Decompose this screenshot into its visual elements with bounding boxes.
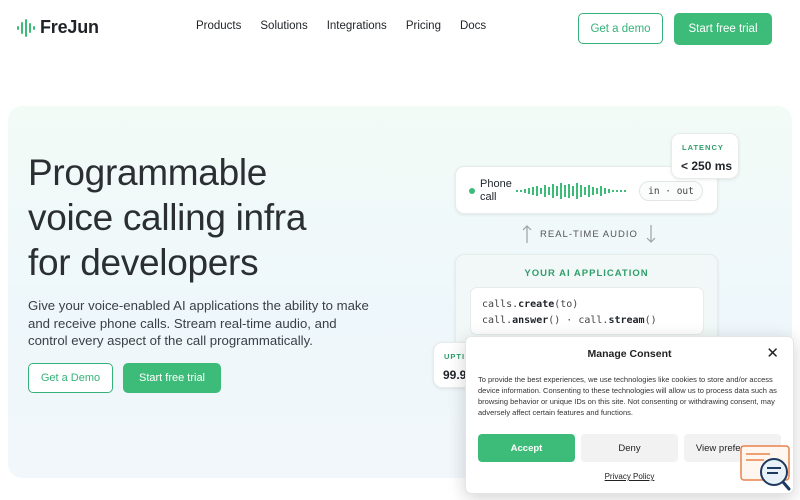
arrow-up-icon [522,225,532,243]
hero-title-line: for developers [28,242,259,283]
code-method: stream [608,315,645,326]
chat-widget-icon[interactable] [740,445,792,491]
latency-caption: LATENCY [682,143,724,152]
audio-waveform-icon [516,183,626,199]
nav-get-demo-button[interactable]: Get a demo [578,13,663,44]
phone-call-label: Phone call [480,178,512,203]
hero-get-demo-button[interactable]: Get a Demo [28,363,113,393]
latency-value: < 250 ms [681,159,733,173]
waveform-logo-icon [17,18,35,37]
accept-button[interactable]: Accept [478,434,575,462]
code-token: calls. [482,299,519,310]
uptime-value: 99.9 [443,368,467,382]
nav-link-docs[interactable]: Docs [460,20,486,32]
code-line: calls.create(to) [482,297,692,313]
deny-button[interactable]: Deny [581,434,678,462]
arrow-down-icon [646,225,656,243]
code-method: answer [512,315,549,326]
realtime-audio-row: REAL-TIME AUDIO [522,224,656,244]
code-token: () [644,315,657,326]
hero-title-line: Programmable [28,152,268,193]
nav-links: Products Solutions Integrations Pricing … [196,20,486,32]
hero-title-line: voice calling infra [28,197,307,238]
close-icon[interactable]: ✕ [766,346,779,361]
ai-application-title: YOUR AI APPLICATION [524,268,649,279]
nav-link-integrations[interactable]: Integrations [327,20,387,32]
realtime-audio-label: REAL-TIME AUDIO [540,228,638,240]
code-line: call.answer() · call.stream() [482,313,692,329]
in-out-pill: in · out [639,181,703,201]
code-token: call. [482,315,513,326]
logo-text: FreJun [40,17,99,37]
top-nav: FreJun Products Solutions Integrations P… [0,0,800,58]
hero-subtitle: Give your voice-enabled AI applications … [28,298,369,348]
code-snippet: calls.create(to) call.answer() · call.st… [470,287,704,335]
code-token: call. [578,315,609,326]
consent-body: To provide the best experiences, we use … [478,375,777,417]
live-dot-icon [469,188,475,194]
nav-link-solutions[interactable]: Solutions [260,20,307,32]
nav-link-products[interactable]: Products [196,20,241,32]
logo[interactable]: FreJun [16,17,99,38]
code-token: () [548,315,561,326]
code-token: (to) [554,299,579,310]
latency-card: LATENCY < 250 ms [671,133,739,179]
nav-link-pricing[interactable]: Pricing [406,20,441,32]
hero-start-trial-button[interactable]: Start free trial [123,363,221,393]
consent-title: Manage Consent [587,348,672,360]
code-token: · [560,315,579,326]
hero-title: Programmable voice calling infra for dev… [28,150,388,285]
code-method: create [518,299,555,310]
nav-start-trial-button[interactable]: Start free trial [674,13,772,45]
